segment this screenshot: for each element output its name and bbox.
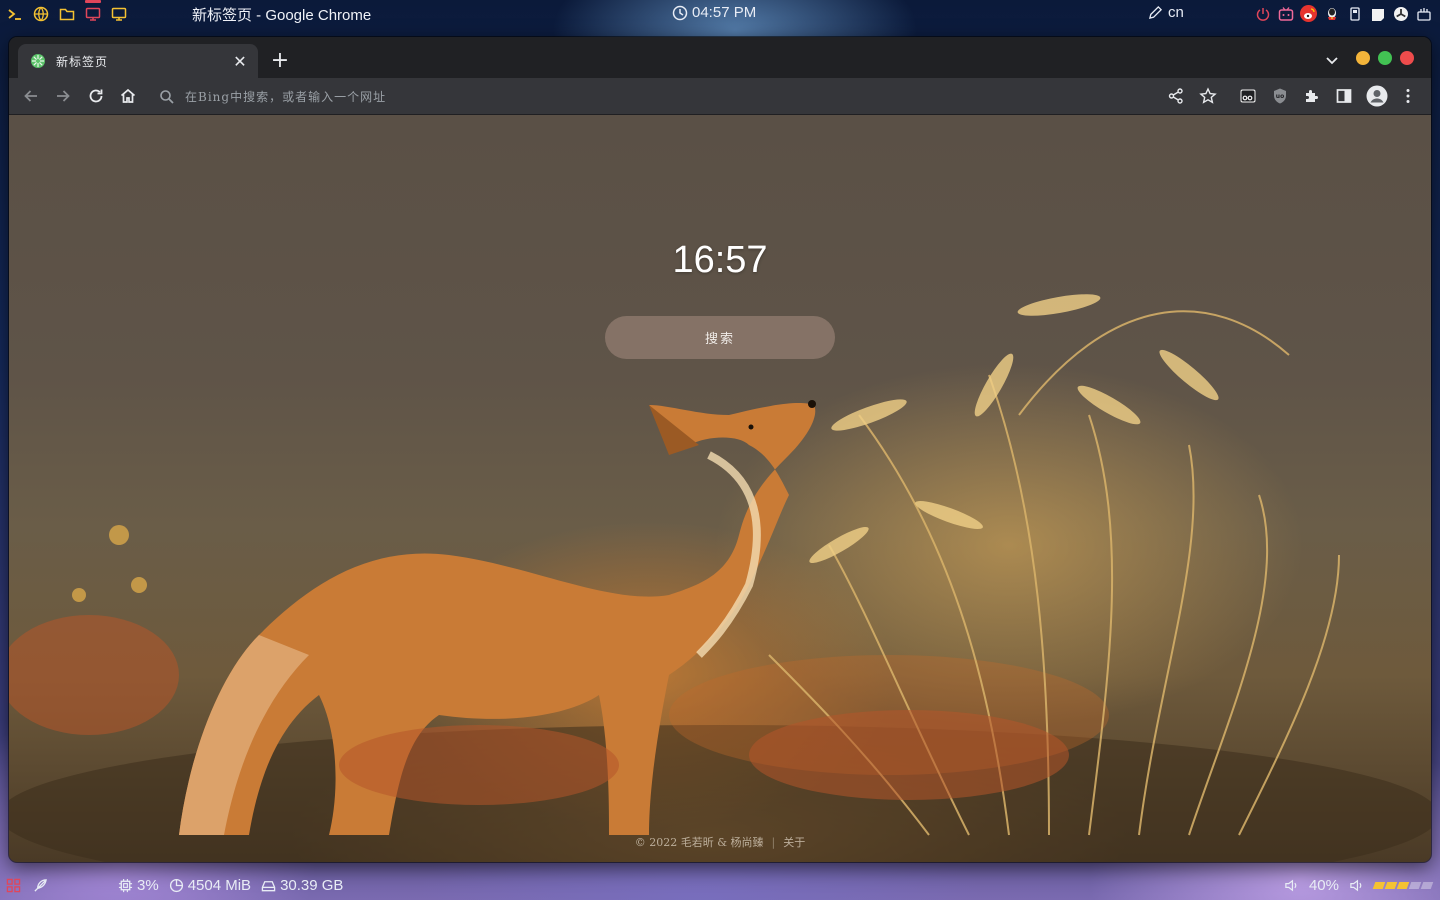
app-grid-icon[interactable] xyxy=(6,878,21,893)
maximize-button[interactable] xyxy=(1378,51,1392,65)
ime-label: cn xyxy=(1168,4,1184,21)
hub-icon[interactable] xyxy=(1392,5,1409,22)
battery-segment xyxy=(1408,882,1422,889)
speaker-icon[interactable] xyxy=(1284,878,1299,893)
pen-icon xyxy=(1148,5,1163,20)
input-method[interactable]: cn xyxy=(1148,4,1184,21)
pie-icon xyxy=(169,878,183,893)
panel-clock[interactable]: 04:57 PM xyxy=(672,4,756,21)
terminal-icon[interactable] xyxy=(6,5,24,23)
tab-close-icon[interactable]: ✕ xyxy=(232,52,248,71)
weibo-icon[interactable] xyxy=(1300,5,1317,22)
share-icon xyxy=(1168,88,1183,104)
battery-segment xyxy=(1396,882,1410,889)
battery-segment xyxy=(1372,882,1386,889)
back-button[interactable] xyxy=(21,86,41,106)
kebab-menu-icon xyxy=(1406,89,1410,103)
qq-icon[interactable] xyxy=(1323,5,1340,22)
cpu-value: 3% xyxy=(137,877,159,894)
close-window-button[interactable] xyxy=(1400,51,1414,65)
extension-reader-button[interactable] xyxy=(1238,86,1258,106)
side-panel-icon xyxy=(1336,89,1352,103)
cpu-icon xyxy=(118,878,133,893)
glasses-icon xyxy=(1240,89,1256,103)
bottom-right-tray: 40% xyxy=(1284,877,1434,894)
tab-favicon-icon xyxy=(31,54,45,68)
ntp-clock: 16:57 xyxy=(672,239,768,281)
side-panel-button[interactable] xyxy=(1334,86,1354,106)
feather-icon[interactable] xyxy=(33,878,48,893)
memory-value: 4504 MiB xyxy=(187,877,252,894)
launcher-bar xyxy=(0,0,128,23)
extension-shield-button[interactable]: uo xyxy=(1270,86,1290,106)
notes-icon[interactable] xyxy=(1369,5,1386,22)
bilibili-icon[interactable] xyxy=(1277,5,1294,22)
star-icon xyxy=(1199,87,1217,104)
display-icon[interactable] xyxy=(110,5,128,23)
shield-icon: uo xyxy=(1274,88,1286,104)
new-tab-page: 16:57 搜索 © 2022 毛若昕 & 杨尚臻 | 关于 xyxy=(9,115,1431,862)
disk-value: 30.39 GB xyxy=(280,877,344,894)
puzzle-icon xyxy=(1306,90,1318,102)
system-tray xyxy=(1254,5,1432,22)
bookmark-button[interactable] xyxy=(1198,86,1218,106)
minimize-button[interactable] xyxy=(1356,51,1370,65)
battery-segment xyxy=(1420,882,1434,889)
address-bar[interactable]: 在Bing中搜索，或者输入一个网址 xyxy=(149,82,1189,111)
tab-new-tab[interactable]: 新标签页 ✕ xyxy=(18,44,258,78)
about-link[interactable]: 关于 xyxy=(783,836,805,849)
memory-stat: 4504 MiB xyxy=(169,877,251,894)
monitor-icon[interactable] xyxy=(84,0,102,23)
disk-icon xyxy=(261,881,276,892)
footer-separator: | xyxy=(771,836,776,849)
bottom-panel: 3% 4504 MiB 30.39 GB 40% xyxy=(0,872,1440,900)
bottom-launchers xyxy=(6,878,48,893)
home-button[interactable] xyxy=(118,86,138,106)
clock-label: 04:57 PM xyxy=(692,4,757,21)
share-button[interactable] xyxy=(1166,86,1186,106)
tab-strip: 新标签页 ✕ + xyxy=(9,37,1431,78)
reload-icon xyxy=(89,89,103,103)
usb-icon[interactable] xyxy=(1346,5,1363,22)
avatar-icon xyxy=(1366,85,1388,107)
forward-button[interactable] xyxy=(53,86,73,106)
tray-menu-icon[interactable] xyxy=(1415,5,1432,22)
svg-text:uo: uo xyxy=(1276,93,1284,100)
address-placeholder: 在Bing中搜索，或者输入一个网址 xyxy=(185,90,387,104)
active-window-title: 新标签页 - Google Chrome xyxy=(192,7,372,24)
battery-indicator[interactable] xyxy=(1372,882,1434,889)
top-panel: 新标签页 - Google Chrome 04:57 PM cn xyxy=(0,0,1440,28)
reload-button[interactable] xyxy=(86,86,106,106)
battery-segment xyxy=(1384,882,1398,889)
disk-stat: 30.39 GB xyxy=(261,877,343,894)
new-tab-button[interactable]: + xyxy=(269,50,291,72)
extensions-button[interactable] xyxy=(1302,86,1322,106)
profile-button[interactable] xyxy=(1366,85,1388,107)
chevron-down-icon[interactable] xyxy=(1322,53,1342,69)
ntp-search-button[interactable]: 搜索 xyxy=(605,316,835,359)
system-stats: 3% 4504 MiB 30.39 GB xyxy=(118,877,343,894)
home-icon xyxy=(120,88,136,103)
folder-icon[interactable] xyxy=(58,5,76,23)
browser-icon[interactable] xyxy=(32,5,50,23)
tab-title: 新标签页 xyxy=(56,54,109,69)
volume-value: 40% xyxy=(1308,877,1339,894)
ntp-footer: © 2022 毛若昕 & 杨尚臻 | 关于 xyxy=(9,834,1431,850)
copyright-text: © 2022 毛若昕 & 杨尚臻 xyxy=(634,836,764,849)
power-icon[interactable] xyxy=(1254,5,1271,22)
arrow-left-icon xyxy=(24,90,37,102)
chrome-window: 新标签页 ✕ + 在Bing中搜索，或者输入一个网址 uo 16:57 搜索 ©… xyxy=(9,37,1431,862)
search-icon xyxy=(160,89,174,104)
browser-toolbar: 在Bing中搜索，或者输入一个网址 uo xyxy=(9,78,1431,115)
cpu-stat: 3% xyxy=(118,877,159,894)
arrow-right-icon xyxy=(57,90,70,102)
volume-icon[interactable] xyxy=(1349,878,1364,893)
fox-wallpaper-image xyxy=(9,294,1431,862)
clock-icon xyxy=(672,5,688,20)
more-menu-button[interactable] xyxy=(1398,86,1418,106)
